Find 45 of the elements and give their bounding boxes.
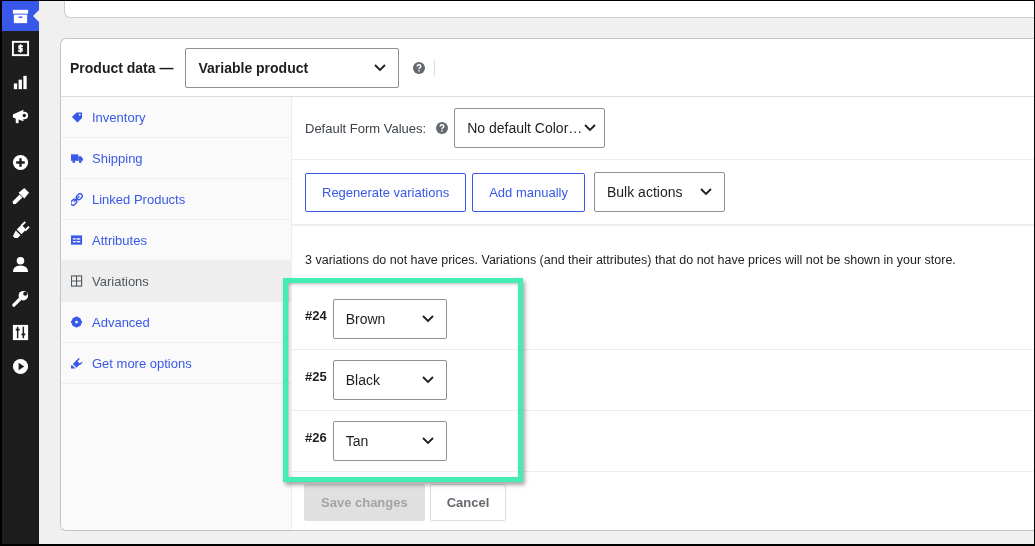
sidebar-tab[interactable]: Inventory	[61, 97, 291, 138]
variation-select[interactable]: Brown	[332, 299, 447, 339]
plug-icon[interactable]	[11, 220, 30, 240]
bulk-actions-select[interactable]: Bulk actions	[594, 172, 725, 212]
play-circle-icon[interactable]	[11, 356, 30, 376]
sliders-icon[interactable]	[11, 322, 30, 342]
active-indicator	[33, 10, 39, 22]
chevron-icon	[700, 188, 712, 196]
sidebar-tab[interactable]: Variations	[61, 261, 291, 302]
cancel-button[interactable]: Cancel	[429, 484, 507, 521]
default-value-select[interactable]: No default Color…	[454, 108, 606, 148]
link-icon	[71, 192, 83, 206]
wrench-icon[interactable]	[11, 288, 30, 308]
action-button[interactable]: Add manually	[472, 172, 585, 212]
sidebar-tab[interactable]: Linked Products	[61, 179, 291, 220]
variation-id: #24	[305, 308, 327, 323]
tag-icon	[71, 110, 83, 124]
grid-icon	[71, 274, 83, 288]
notice-text: 3 variations do not have prices. Variations (and their attributes) that do not have prices will not be shown in your store.	[292, 225, 1034, 289]
sidebar-tab[interactable]: Advanced	[61, 302, 291, 343]
help-icon[interactable]	[413, 61, 426, 74]
plus-circle-icon[interactable]	[11, 152, 30, 172]
panel-title: Product data —	[70, 59, 174, 76]
sidebar-tab[interactable]: Shipping	[61, 138, 291, 179]
dollar-icon[interactable]	[11, 38, 30, 58]
action-button[interactable]: Regenerate variations	[305, 172, 467, 212]
variation-select[interactable]: Tan	[332, 421, 447, 461]
sidebar-tab[interactable]: Get more options	[61, 343, 291, 384]
plug-icon	[71, 356, 83, 370]
help-icon[interactable]	[436, 122, 449, 134]
chevron-icon	[421, 376, 434, 384]
field-label: Default Form Values:	[305, 120, 427, 136]
variation-id: #26	[305, 430, 327, 445]
product-type-select[interactable]: Variable product	[185, 47, 400, 88]
gear-icon	[71, 315, 83, 329]
chevron-icon	[421, 315, 434, 323]
chevron-icon	[374, 63, 387, 72]
truck-icon	[71, 151, 83, 165]
variation-id: #25	[305, 369, 327, 384]
chevron-icon	[584, 124, 597, 132]
list-card-icon	[71, 233, 83, 247]
variation-select[interactable]: Black	[332, 360, 447, 400]
user-icon[interactable]	[11, 254, 30, 274]
chevron-icon	[421, 437, 434, 445]
paintbrush-icon[interactable]	[11, 186, 30, 206]
